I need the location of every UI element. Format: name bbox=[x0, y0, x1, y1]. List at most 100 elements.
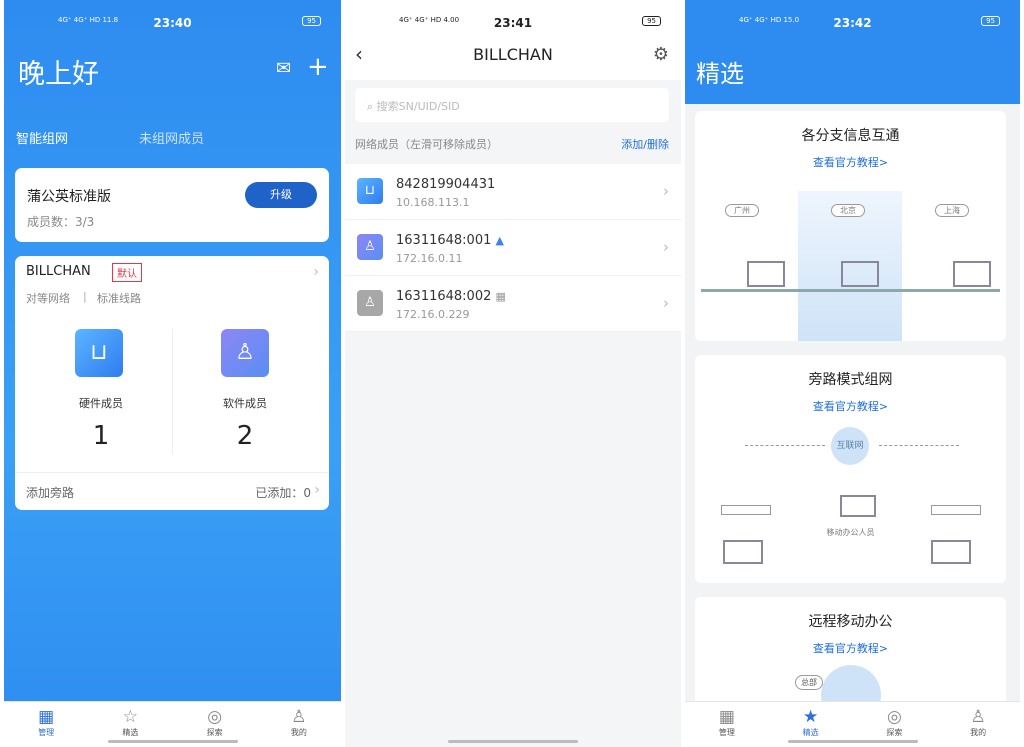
member-count: 成员数：3/3 bbox=[27, 215, 95, 229]
hardware-count: 1 bbox=[92, 421, 110, 451]
mail-icon[interactable]: ✉ bbox=[276, 58, 291, 79]
status-bar: 4G⁺ 4G⁺ HD 4.00 23:41 95 bbox=[345, 0, 681, 36]
nav-label: 管理 bbox=[718, 728, 735, 737]
windows-icon: ▦ bbox=[495, 290, 506, 303]
member-name: 16311648:002 ▦ bbox=[396, 289, 506, 304]
battery-indicator: 95 bbox=[981, 16, 1000, 26]
home-indicator bbox=[107, 740, 238, 743]
user-icon: ♙ bbox=[357, 290, 383, 316]
clock: 23:42 bbox=[833, 16, 872, 30]
hardware-label: 硬件成员 bbox=[79, 397, 123, 410]
member-row[interactable]: ⊔ 842819904431 10.168.113.1 › bbox=[345, 164, 681, 220]
city-label: 广州 bbox=[725, 204, 759, 217]
feature-title: 各分支信息互通 bbox=[801, 128, 900, 144]
chevron-right-icon[interactable]: › bbox=[314, 482, 320, 498]
feature-card[interactable]: 远程移动办公 查看官方教程> 总部 bbox=[695, 597, 1006, 707]
member-name-text: 16311648:002 bbox=[396, 289, 492, 304]
router-icon[interactable]: ⊔ bbox=[75, 329, 123, 377]
software-count: 2 bbox=[236, 421, 254, 451]
nav-label: 探索 bbox=[886, 728, 903, 737]
tab-unnetworked-members[interactable]: 未组网成员 bbox=[139, 128, 204, 147]
tutorial-link[interactable]: 查看官方教程> bbox=[695, 154, 1006, 170]
internet-bubble: 互联网 bbox=[831, 427, 869, 465]
page-title: 精选 bbox=[696, 60, 744, 88]
tutorial-link[interactable]: 查看官方教程> bbox=[695, 398, 1006, 414]
divider bbox=[15, 472, 329, 473]
upgrade-button[interactable]: 升级 bbox=[245, 182, 317, 208]
home-indicator bbox=[787, 740, 918, 743]
nav-label: 精选 bbox=[802, 728, 819, 737]
feature-card[interactable]: 各分支信息互通 查看官方教程> 广州 北京 上海 bbox=[695, 111, 1006, 341]
star-icon: ☆ bbox=[122, 707, 138, 727]
tutorial-link[interactable]: 查看官方教程> bbox=[695, 640, 1006, 656]
separator: | bbox=[83, 290, 87, 303]
compass-icon: ◎ bbox=[207, 707, 223, 727]
chevron-right-icon[interactable]: › bbox=[313, 264, 319, 280]
member-row[interactable]: ♙ 16311648:002 ▦ 172.16.0.229 › bbox=[345, 276, 681, 332]
screen-home: 4G⁺ 4G⁺ HD 11.8 23:40 95 晚上好 ✉ + 智能组网 未组… bbox=[4, 0, 341, 747]
gear-icon[interactable]: ⚙ bbox=[653, 44, 669, 65]
user-icon: ♙ bbox=[357, 234, 383, 260]
nav-label: 我的 bbox=[970, 728, 987, 737]
laptop-illustration bbox=[840, 495, 876, 517]
hq-label: 总部 bbox=[795, 675, 823, 690]
monitor-illustration bbox=[841, 261, 879, 287]
user-icon[interactable]: ♙ bbox=[221, 329, 269, 377]
nav-manage[interactable]: ▦ 管理 bbox=[4, 702, 88, 747]
add-bypass-label[interactable]: 添加旁路 bbox=[26, 484, 74, 501]
nav-label: 精选 bbox=[122, 728, 139, 737]
nav-mine[interactable]: ♙ 我的 bbox=[936, 702, 1020, 747]
star-icon: ★ bbox=[803, 707, 819, 727]
feature-title: 远程移动办公 bbox=[808, 614, 893, 630]
bypass-added: 已添加：0 bbox=[255, 486, 311, 500]
plan-card[interactable]: 蒲公英标准版 成员数：3/3 升级 bbox=[15, 168, 329, 242]
nav-mine[interactable]: ♙ 我的 bbox=[257, 702, 341, 747]
android-icon: ▲ bbox=[495, 234, 504, 247]
add-remove-link[interactable]: 添加/删除 bbox=[621, 136, 669, 152]
chevron-right-icon: › bbox=[663, 294, 669, 312]
divider bbox=[172, 329, 173, 454]
city-label: 北京 bbox=[831, 204, 865, 217]
feature-card[interactable]: 旁路模式组网 查看官方教程> 互联网 移动办公人员 bbox=[695, 355, 1006, 583]
battery-indicator: 95 bbox=[642, 16, 661, 26]
nav-label: 我的 bbox=[290, 728, 307, 737]
greeting-title: 晚上好 bbox=[18, 59, 99, 90]
city-label: 上海 bbox=[935, 204, 969, 217]
desk-illustration bbox=[701, 289, 1000, 292]
grid-icon: ▦ bbox=[38, 707, 55, 727]
signal-indicator: 4G⁺ 4G⁺ HD 15.0 bbox=[739, 16, 800, 24]
router-illustration bbox=[931, 505, 981, 515]
search-icon: ⌕ bbox=[367, 100, 374, 113]
tab-smart-network[interactable]: 智能组网 bbox=[16, 128, 68, 147]
mobile-workers-label: 移动办公人员 bbox=[826, 528, 875, 537]
search-placeholder: 搜索SN/UID/SID bbox=[376, 100, 460, 113]
member-ip: 10.168.113.1 bbox=[396, 196, 470, 209]
status-bar: 4G⁺ 4G⁺ HD 15.0 23:42 95 bbox=[685, 0, 1020, 36]
plus-icon[interactable]: + bbox=[307, 52, 329, 82]
dashed-line bbox=[745, 445, 825, 446]
member-row[interactable]: ♙ 16311648:001 ▲ 172.16.0.11 › bbox=[345, 220, 681, 276]
status-bar: 4G⁺ 4G⁺ HD 11.8 23:40 95 bbox=[4, 0, 341, 36]
battery-indicator: 95 bbox=[302, 16, 321, 26]
router-icon: ⊔ bbox=[357, 178, 383, 204]
page-title: BILLCHAN bbox=[473, 45, 553, 64]
plan-name: 蒲公英标准版 bbox=[27, 189, 111, 205]
member-ip: 172.16.0.11 bbox=[396, 252, 463, 265]
monitor-illustration bbox=[747, 261, 785, 287]
search-input[interactable]: ⌕ 搜索SN/UID/SID bbox=[355, 88, 669, 122]
nav-label: 探索 bbox=[206, 728, 223, 737]
chevron-right-icon: › bbox=[663, 238, 669, 256]
member-name: 842819904431 bbox=[396, 177, 496, 192]
network-card[interactable]: BILLCHAN 默认 › 对等网络 | 标准线路 ⊔ 硬件成员 1 ♙ 软件成… bbox=[15, 256, 329, 510]
monitor-illustration bbox=[953, 261, 991, 287]
router-illustration bbox=[721, 505, 771, 515]
nav-label: 管理 bbox=[38, 728, 55, 737]
monitor-illustration bbox=[723, 540, 763, 564]
bottom-nav: ▦ 管理 ★ 精选 ◎ 探索 ♙ 我的 bbox=[685, 701, 1020, 747]
software-label: 软件成员 bbox=[223, 397, 267, 410]
home-indicator bbox=[448, 740, 578, 743]
nav-manage[interactable]: ▦ 管理 bbox=[685, 702, 769, 747]
network-type: 对等网络 bbox=[26, 292, 70, 305]
dashed-line bbox=[879, 445, 959, 446]
monitor-illustration bbox=[931, 540, 971, 564]
